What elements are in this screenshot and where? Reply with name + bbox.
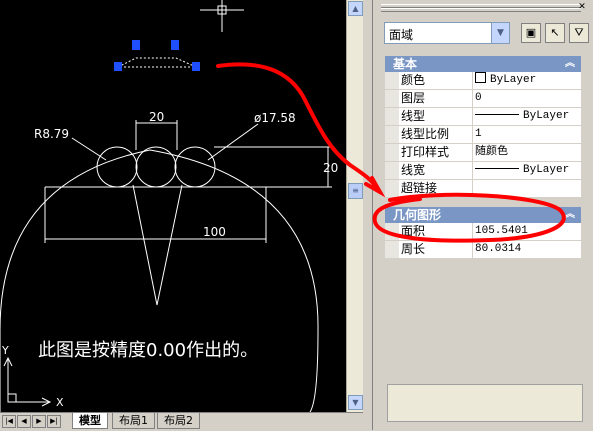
panel-splitter[interactable] — [363, 0, 373, 430]
panel-titlebar: ✕ — [373, 0, 593, 16]
category-general[interactable]: 基本 ︽ — [385, 56, 581, 72]
leader-radius — [71, 137, 107, 161]
color-swatch-icon — [475, 72, 486, 83]
prop-row-linetype[interactable]: 线型 ByLayer — [385, 108, 581, 126]
vertical-scrollbar[interactable]: ▲ ≡ ▼ — [346, 0, 364, 412]
dim-diameter-text: ø17.58 — [254, 111, 296, 125]
dim-radius-text: R8.79 — [34, 127, 69, 141]
ucs-icon — [3, 356, 52, 407]
tab-layout1[interactable]: 布局1 — [112, 413, 155, 429]
properties-panel: ✕ 面域 ▼ ▣ ↖ ⛛ 基本 ︽ 颜色 ByLayer 图层 0 线型 ByLaye… — [373, 0, 593, 430]
drawing-svg: R8.79 ø17.58 20 20 100 此图是按精度0.00作出的。 Y … — [0, 0, 338, 412]
scroll-thumb[interactable]: ≡ — [348, 183, 363, 199]
object-type-select[interactable]: 面域 ▼ — [384, 22, 510, 44]
dim-right — [214, 146, 332, 188]
prop-row-lineweight[interactable]: 线宽 ByLayer — [385, 162, 581, 180]
spike-triangle — [132, 184, 183, 306]
prop-row-hyperlink[interactable]: 超链接 — [385, 180, 581, 198]
description-pane — [387, 384, 583, 422]
ucs-x-label: X — [56, 396, 64, 409]
quick-select-icon[interactable]: ⛛ — [569, 23, 589, 43]
chevron-down-icon[interactable]: ▼ — [491, 23, 509, 43]
drawing-canvas[interactable]: R8.79 ø17.58 20 20 100 此图是按精度0.00作出的。 Y … — [0, 0, 346, 412]
dim-top-text: 20 — [149, 110, 164, 124]
close-panel-icon[interactable]: ✕ — [577, 2, 587, 12]
linetype-sample — [475, 114, 519, 115]
dim-bottom — [44, 186, 270, 243]
tab-layout2[interactable]: 布局2 — [157, 413, 200, 429]
dim-top — [135, 120, 178, 150]
collapse-icon[interactable]: ︽ — [565, 207, 575, 223]
last-tab-icon[interactable]: ▶| — [47, 415, 61, 428]
ucs-y-label: Y — [1, 344, 9, 357]
layout-tab-bar: |◀ ◀ ▶ ▶| 模型 布局1 布局2 — [0, 412, 363, 431]
prop-row-plotstyle[interactable]: 打印样式 随颜色 — [385, 144, 581, 162]
small-circles — [96, 146, 216, 188]
tab-model[interactable]: 模型 — [72, 413, 108, 429]
collapse-icon[interactable]: ︽ — [565, 56, 575, 72]
select-objects-icon[interactable]: ↖ — [545, 23, 565, 43]
scroll-up-icon[interactable]: ▲ — [348, 1, 363, 16]
outer-arc — [0, 149, 319, 412]
prop-row-color[interactable]: 颜色 ByLayer — [385, 72, 581, 90]
prop-row-area[interactable]: 面积 105.5401 — [385, 223, 581, 241]
leader-diameter — [207, 123, 259, 161]
selected-region-grips[interactable] — [114, 40, 200, 71]
property-grid: 基本 ︽ 颜色 ByLayer 图层 0 线型 ByLayer 线型比例 1 打印样式随… — [385, 56, 581, 259]
pickadd-icon[interactable]: ▣ — [521, 23, 541, 43]
next-tab-icon[interactable]: ▶ — [32, 415, 46, 428]
prev-tab-icon[interactable]: ◀ — [17, 415, 31, 428]
prop-row-perimeter[interactable]: 周长 80.0314 — [385, 241, 581, 259]
lineweight-sample — [475, 168, 519, 169]
dim-right-text: 20 — [323, 161, 338, 175]
category-geometry[interactable]: 几何图形 ︽ — [385, 207, 581, 223]
prop-row-linetype-scale[interactable]: 线型比例 1 — [385, 126, 581, 144]
drawing-caption: 此图是按精度0.00作出的。 — [38, 340, 258, 361]
prop-row-layer[interactable]: 图层 0 — [385, 90, 581, 108]
dim-bottom-text: 100 — [203, 225, 226, 239]
crosshair-cursor — [200, 0, 244, 32]
scroll-down-icon[interactable]: ▼ — [348, 395, 363, 410]
first-tab-icon[interactable]: |◀ — [2, 415, 16, 428]
